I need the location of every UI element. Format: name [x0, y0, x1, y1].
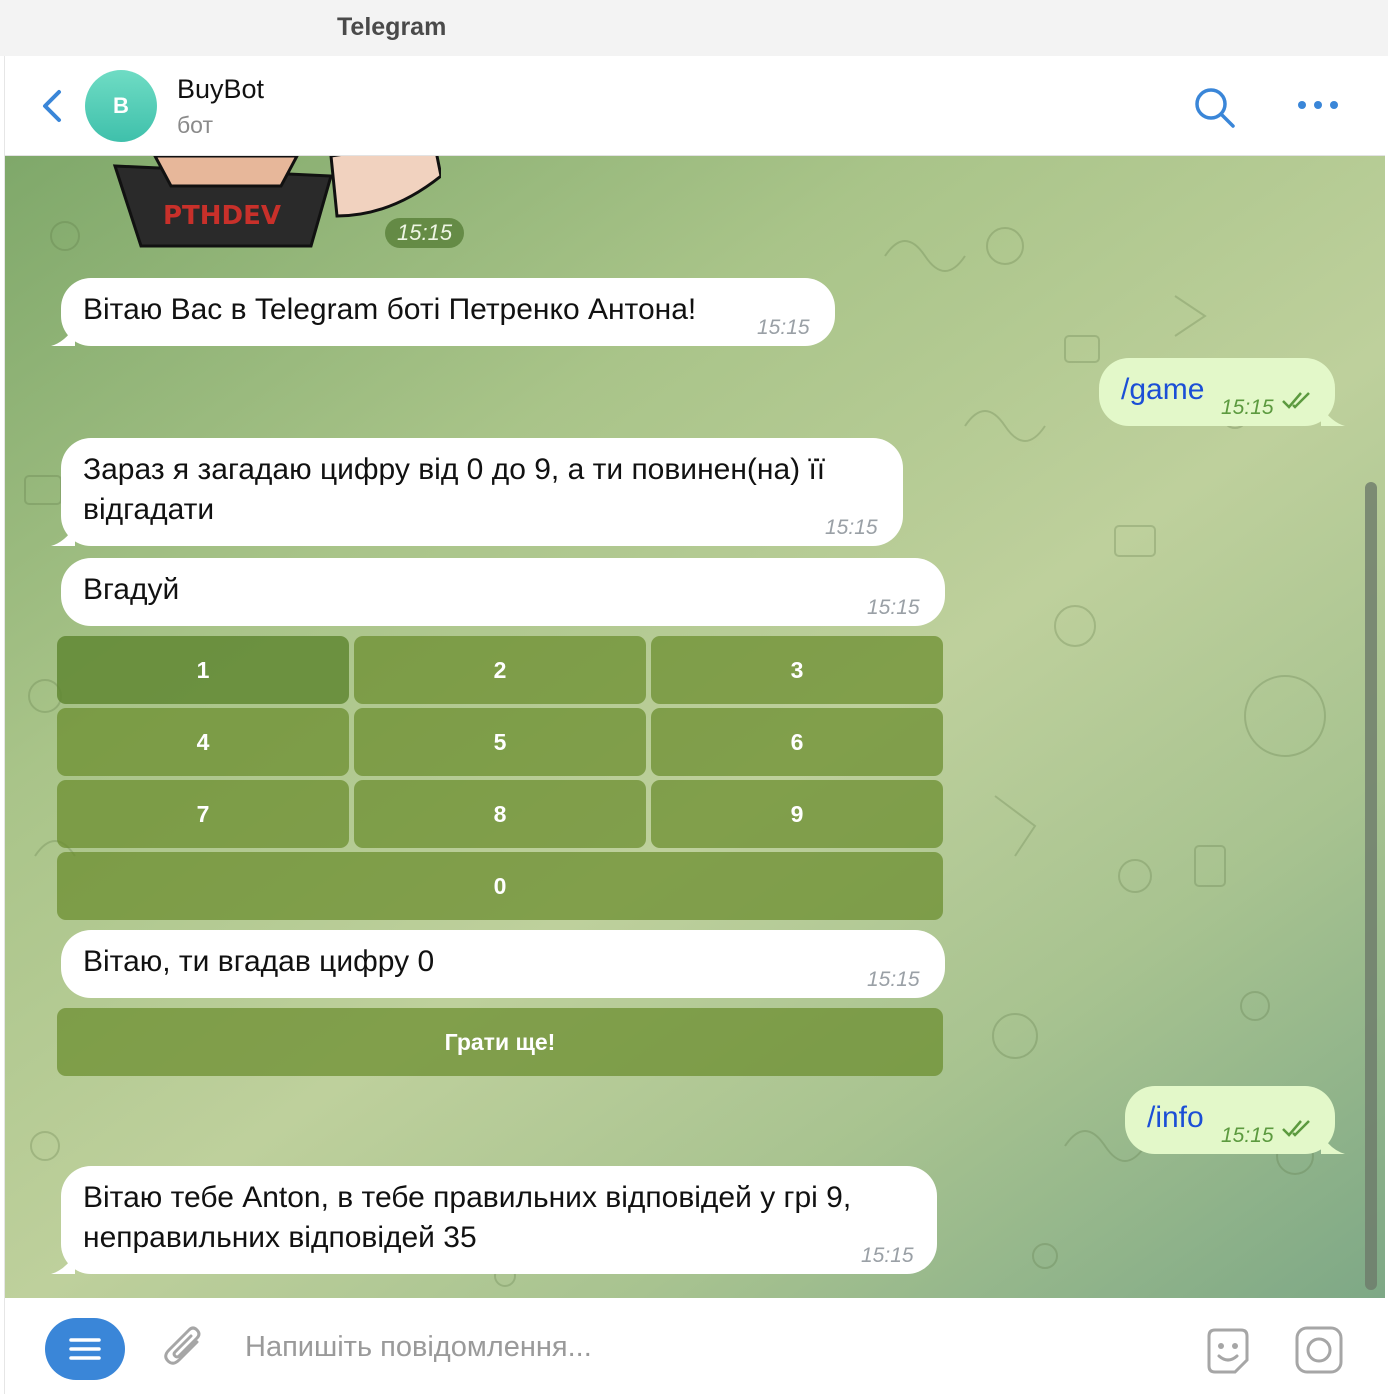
message-text-line: відгадати — [83, 493, 215, 526]
keyboard-button-1[interactable]: 1 — [57, 636, 349, 704]
message-input[interactable] — [245, 1324, 1125, 1370]
bubble-tail — [1321, 1134, 1345, 1154]
message-text-line: неправильних відповідей 35 — [83, 1221, 477, 1254]
play-again-button[interactable]: Грати ще! — [57, 1008, 943, 1076]
window-title: Telegram — [337, 13, 447, 41]
keyboard-button-3[interactable]: 3 — [651, 636, 943, 704]
paperclip-icon[interactable] — [161, 1324, 209, 1374]
message-time: 15:15 — [757, 316, 810, 339]
bot-menu-button[interactable] — [45, 1318, 125, 1380]
chat-area[interactable]: PTHDEV 15:15 Вітаю Вас в Telegram боті П… — [5, 156, 1385, 1298]
message-time: 15:15 — [1221, 1124, 1274, 1147]
keyboard-button-7[interactable]: 7 — [57, 780, 349, 848]
message-time: 15:15 — [825, 516, 878, 539]
telegram-window: B BuyBot бот PTHDEV 15:15 Вітаю Вас в Te… — [4, 56, 1385, 1394]
keyboard-button-2[interactable]: 2 — [354, 636, 646, 704]
incoming-message: Вгадуй 15:15 — [61, 558, 945, 626]
chat-header: B BuyBot бот — [5, 56, 1385, 156]
chat-status: бот — [177, 112, 213, 138]
incoming-message: Вітаю, ти вгадав цифру 0 15:15 — [61, 930, 945, 998]
more-icon[interactable] — [1295, 92, 1341, 118]
keyboard-button-5[interactable]: 5 — [354, 708, 646, 776]
message-text: Вгадуй — [83, 573, 180, 606]
chat-name[interactable]: BuyBot — [177, 74, 264, 105]
back-chevron-icon[interactable] — [35, 86, 71, 126]
double-check-icon — [1282, 392, 1310, 409]
bubble-tail — [1321, 406, 1345, 426]
sticker-time: 15:15 — [385, 218, 465, 248]
sticker-image[interactable]: PTHDEV — [101, 156, 441, 266]
incoming-message: Вітаю тебе Anton, в тебе правильних відп… — [51, 1166, 937, 1274]
keyboard-button-0[interactable]: 0 — [57, 852, 943, 920]
outgoing-message: /info 15:15 — [1125, 1086, 1345, 1154]
avatar[interactable]: B — [85, 70, 157, 142]
message-text: /game — [1121, 373, 1205, 406]
chat-scrollbar[interactable] — [1365, 482, 1377, 1290]
bubble-tail — [51, 326, 75, 346]
message-time: 15:15 — [867, 596, 920, 619]
voice-icon[interactable] — [1293, 1324, 1345, 1376]
keyboard-button-6[interactable]: 6 — [651, 708, 943, 776]
message-time: 15:15 — [867, 968, 920, 991]
sticker-icon[interactable] — [1201, 1324, 1255, 1378]
outgoing-message: /game 15:15 — [1099, 358, 1345, 426]
message-time: 15:15 — [1221, 396, 1274, 419]
keyboard-button-4[interactable]: 4 — [57, 708, 349, 776]
message-text: /info — [1147, 1101, 1204, 1134]
double-check-icon — [1282, 1120, 1310, 1137]
bubble-tail — [51, 1254, 75, 1274]
message-text-line: Вітаю тебе Anton, в тебе правильних відп… — [83, 1181, 852, 1214]
incoming-message: Вітаю Вас в Telegram боті Петренко Антон… — [51, 278, 835, 346]
keyboard-button-8[interactable]: 8 — [354, 780, 646, 848]
keyboard-button-9[interactable]: 9 — [651, 780, 943, 848]
message-text: Вітаю Вас в Telegram боті Петренко Антон… — [83, 293, 697, 326]
search-icon[interactable] — [1191, 84, 1237, 130]
message-text-line: Зараз я загадаю цифру від 0 до 9, а ти п… — [83, 453, 826, 486]
message-time: 15:15 — [861, 1244, 914, 1267]
message-composer — [5, 1298, 1385, 1394]
bubble-tail — [51, 526, 75, 546]
menu-icon — [69, 1338, 101, 1360]
message-text: Вітаю, ти вгадав цифру 0 — [83, 945, 435, 978]
incoming-message: Зараз я загадаю цифру від 0 до 9, а ти п… — [51, 438, 903, 546]
svg-text:PTHDEV: PTHDEV — [163, 201, 281, 231]
window-titlebar: Telegram — [0, 0, 1388, 56]
